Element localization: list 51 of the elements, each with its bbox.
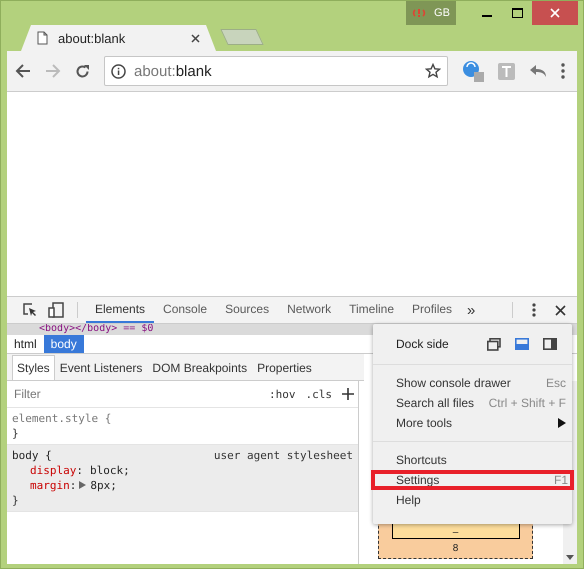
css-selector: element.style { [12, 412, 112, 425]
breadcrumb[interactable]: html [7, 335, 44, 353]
devtools-tab[interactable]: Network [278, 297, 340, 323]
sidebar-tab[interactable]: Event Listeners [54, 355, 148, 380]
scroll-down-icon[interactable] [566, 555, 574, 560]
css-value[interactable]: 8px; [76, 479, 117, 492]
devtools-tab[interactable]: Sources [216, 297, 278, 323]
minimize-icon [482, 15, 492, 17]
class-toggle[interactable]: .cls [306, 388, 332, 400]
globe-extension-icon[interactable] [462, 60, 484, 82]
browser-tab[interactable]: about:blank [21, 25, 216, 51]
menu-item[interactable]: Help [373, 490, 572, 510]
page-icon [37, 31, 48, 45]
menu-item[interactable]: Show console drawer Esc [373, 373, 572, 393]
menu-item[interactable]: More tools [373, 413, 572, 433]
plus-icon[interactable] [342, 388, 354, 400]
more-tabs-button[interactable]: » [461, 297, 482, 323]
menu-item[interactable]: Settings F1 [371, 470, 574, 490]
content-size: – [452, 527, 458, 538]
reload-icon[interactable] [75, 64, 90, 78]
closing-brace: } [12, 427, 20, 440]
info-icon[interactable] [111, 64, 126, 78]
sidebar-tab[interactable]: Properties [252, 355, 317, 380]
sync-icon [412, 7, 426, 19]
css-selector: body { [12, 449, 52, 462]
css-property: display: [30, 464, 83, 477]
close-icon[interactable] [191, 34, 200, 42]
devtools-tab[interactable]: Timeline [340, 297, 404, 323]
closing-brace: } [12, 494, 20, 507]
star-icon[interactable] [425, 63, 441, 79]
back-icon[interactable] [15, 64, 31, 78]
hover-toggle[interactable]: :hov [269, 388, 296, 400]
menu-icon[interactable] [561, 63, 565, 79]
dock-side-label: Dock side [396, 337, 450, 351]
css-value: block; [88, 464, 130, 477]
sidebar-tab[interactable]: DOM Breakpoints [147, 355, 252, 380]
close-button[interactable] [532, 1, 578, 25]
menu-item[interactable]: Search all files Ctrl + Shift + F [373, 393, 572, 413]
reply-icon[interactable] [529, 64, 547, 78]
stylesheet-source: user agent stylesheet [214, 449, 353, 462]
address-bar[interactable]: about:blank [104, 56, 448, 86]
css-property: margin: [30, 479, 76, 492]
devtools-tab[interactable]: Console [154, 297, 216, 323]
breadcrumb[interactable]: body [44, 335, 84, 353]
margin-value: 8 [452, 543, 458, 554]
close-icon [550, 8, 560, 18]
maximize-icon [512, 8, 522, 18]
filter-field[interactable]: Filter [12, 386, 259, 402]
devtools-tab[interactable]: Profiles [403, 297, 462, 323]
menu-item[interactable]: Shortcuts [373, 450, 572, 470]
sidebar-tab[interactable]: Styles [12, 355, 55, 380]
